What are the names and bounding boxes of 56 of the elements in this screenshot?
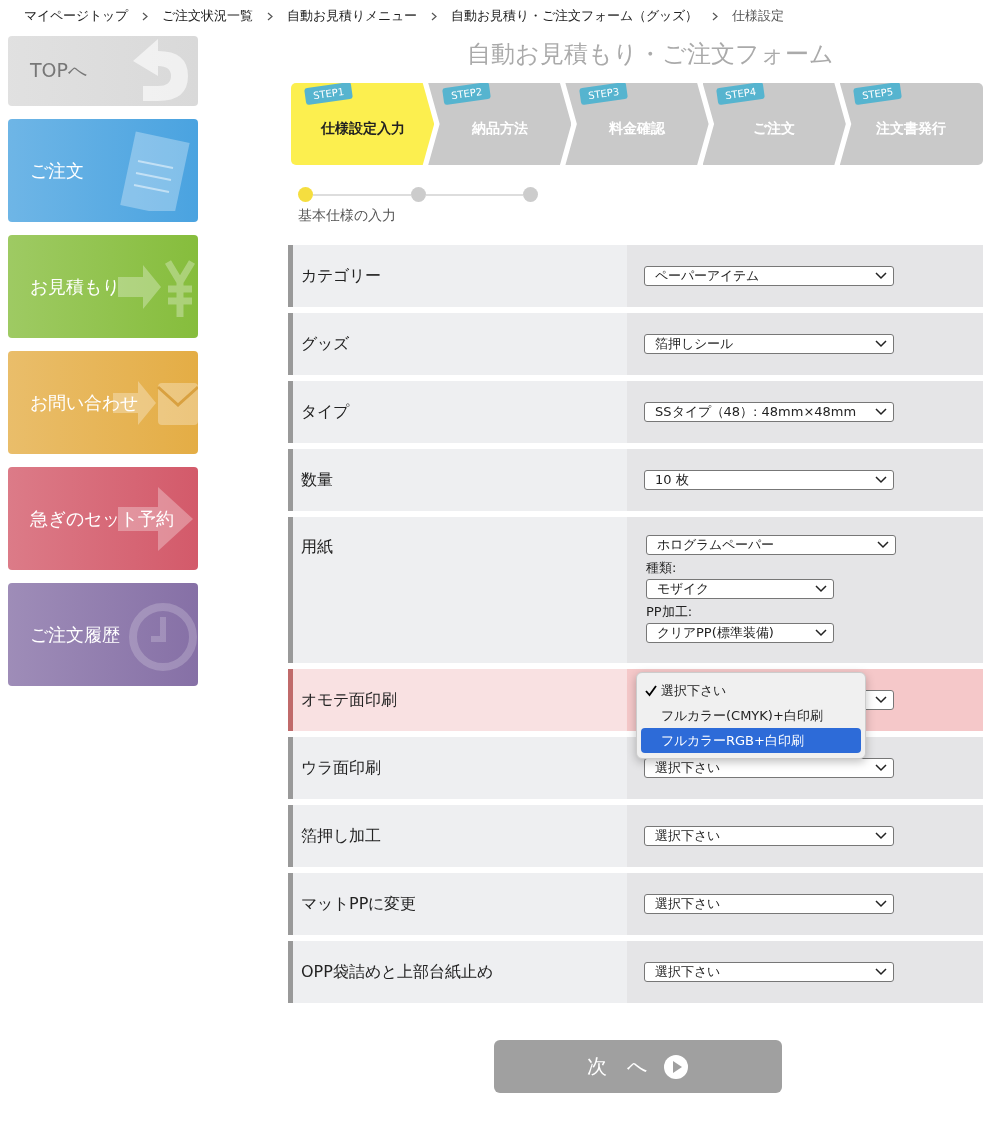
dropdown-option[interactable]: フルカラー(CMYK)+白印刷 [641,703,861,728]
breadcrumb-link[interactable]: マイページトップ [24,7,128,25]
dropdown-option[interactable]: フルカラーRGB+白印刷 [641,728,861,753]
field-label: OPP袋詰めと上部台紙止め [301,961,493,983]
select-dropdown[interactable]: ペーパーアイテム [644,266,894,286]
step-badge: STEP4 [715,81,766,106]
chevron-down-icon [875,696,887,704]
chevron-right-icon [431,11,437,21]
step-badge: STEP5 [853,81,903,106]
page-title: 自動お見積もり・ご注文フォーム [466,39,835,69]
chevron-down-icon [875,832,887,840]
select-dropdown[interactable]: 選択下さい [644,758,894,778]
field-label: タイプ [301,401,349,423]
chevron-down-icon [815,629,827,637]
dropdown-option[interactable]: 選択下さい [641,678,861,703]
breadcrumb-link[interactable]: 自動お見積りメニュー [287,7,417,25]
progress-label: 基本仕様の入力 [298,207,397,225]
field-label: 用紙 [301,537,333,558]
select-dropdown[interactable]: 選択下さい [644,894,894,914]
field-label: オモテ面印刷 [301,689,397,711]
select-dropdown[interactable]: クリアPP(標準装備) [646,623,834,643]
chevron-down-icon [875,340,887,348]
chevron-right-icon [267,11,273,21]
select-dropdown[interactable]: 箔押しシール [644,334,894,354]
chevron-down-icon [877,541,889,549]
chevron-down-icon [875,408,887,416]
field-label: 箔押し加工 [301,825,381,847]
select-dropdown[interactable]: ホログラムペーパー [646,535,896,555]
select-dropdown[interactable]: モザイク [646,579,834,599]
field-label: マットPPに変更 [301,893,417,915]
field-label: ウラ面印刷 [301,757,381,779]
chevron-right-icon [142,11,148,21]
select-dropdown[interactable]: 選択下さい [644,962,894,982]
breadcrumb-link[interactable]: ご注文状況一覧 [162,7,253,25]
chevron-down-icon [875,476,887,484]
chevron-down-icon [875,968,887,976]
field-label: カテゴリー [301,265,381,287]
select-dropdown[interactable]: SSタイプ（48）: 48mm×48mm [644,402,894,422]
select-dropdown[interactable]: 10 枚 [644,470,894,490]
chevron-down-icon [815,585,827,593]
select-dropdown[interactable]: 選択下さい [644,826,894,846]
breadcrumb-link[interactable]: 自動お見積り・ご注文フォーム（グッズ） [451,7,698,25]
checkmark-icon [645,684,657,697]
chevron-down-icon [875,764,887,772]
step-badge: STEP3 [578,81,628,106]
chevron-down-icon [875,900,887,908]
field-sublabel: PP加工: [646,603,694,621]
chevron-down-icon [875,272,887,280]
breadcrumb-text: 仕様設定 [732,7,784,25]
play-icon [663,1053,689,1080]
step-badge: STEP2 [441,81,491,106]
step-badge: STEP1 [304,81,354,106]
field-label: グッズ [301,333,349,355]
field-label: 数量 [301,469,333,491]
field-sublabel: 種類: [646,559,678,577]
chevron-right-icon [712,11,718,21]
